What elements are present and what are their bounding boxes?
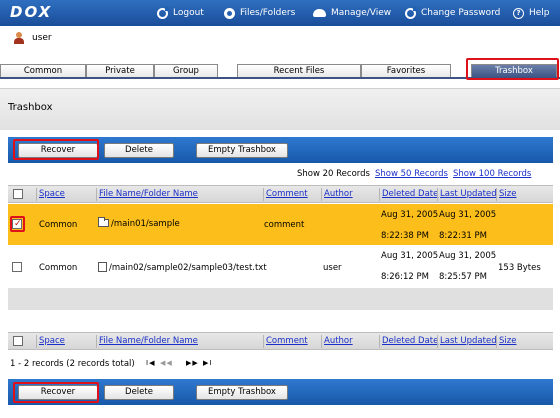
col-last-updated[interactable]: Last Updated	[437, 188, 497, 201]
files-folders-icon	[224, 7, 235, 19]
delete-button-top[interactable]: Delete	[104, 143, 174, 158]
row-name[interactable]: /main02/sample02/sample03/test.txt	[98, 262, 267, 273]
tab-favorites[interactable]: Favorites	[361, 64, 451, 78]
col-name[interactable]: File Name/Folder Name	[96, 188, 198, 201]
tab-common[interactable]: Common	[0, 64, 86, 78]
select-all-checkbox-bottom[interactable]	[13, 336, 23, 346]
col-comment[interactable]: Comment	[263, 188, 308, 201]
row-updated-date: Aug 31, 2005	[439, 251, 497, 261]
change-password-label: Change Password	[421, 8, 501, 18]
col-author[interactable]: Author	[321, 188, 353, 201]
col-size-bottom[interactable]: Size	[496, 335, 516, 348]
row-updated-date: Aug 31, 2005	[439, 210, 497, 220]
user-icon	[14, 32, 24, 44]
row-updated-time: 8:25:57 PM	[439, 272, 487, 282]
pager-prev[interactable]: ◀◀	[160, 359, 173, 367]
manage-view-icon	[313, 9, 326, 17]
row-name[interactable]: /main01/sample	[98, 217, 180, 229]
change-password-link[interactable]: Change Password	[405, 0, 500, 26]
col-deleted-date-bottom[interactable]: Deleted Date	[379, 335, 438, 348]
row-space: Common	[39, 263, 78, 273]
page-header-band	[0, 88, 560, 130]
row-comment: comment	[264, 220, 305, 230]
folder-icon	[98, 217, 109, 227]
manage-view-label: Manage/View	[331, 8, 392, 18]
user-name: user	[32, 33, 52, 43]
recover-top-highlight	[13, 139, 99, 160]
trashbox-tab-highlight	[466, 58, 559, 80]
logout-label: Logout	[173, 8, 204, 18]
row-space: Common	[39, 220, 78, 230]
records-summary: 1 - 2 records (2 records total)	[10, 359, 135, 369]
row-deleted-date: Aug 31, 2005	[381, 251, 439, 261]
col-author-bottom[interactable]: Author	[321, 335, 353, 348]
col-size[interactable]: Size	[496, 188, 516, 201]
col-comment-bottom[interactable]: Comment	[263, 335, 308, 348]
files-folders-label: Files/Folders	[240, 8, 296, 18]
table-header: Space File Name/Folder Name Comment Auth…	[8, 185, 553, 203]
files-folders-link[interactable]: Files/Folders	[224, 0, 295, 26]
top-nav-bar: DOX Logout Files/Folders Manage/View Cha…	[0, 0, 560, 26]
show-100-records-link[interactable]: Show 100 Records	[453, 169, 531, 181]
col-name-bottom[interactable]: File Name/Folder Name	[96, 335, 198, 348]
table-footer-header: Space File Name/Folder Name Comment Auth…	[8, 332, 553, 350]
manage-view-link[interactable]: Manage/View	[313, 0, 391, 26]
col-deleted-date[interactable]: Deleted Date	[379, 188, 438, 201]
tab-recent-files[interactable]: Recent Files	[237, 64, 361, 78]
recover-bottom-highlight	[13, 382, 99, 403]
page-title: Trashbox	[8, 102, 53, 113]
row-deleted-date: Aug 31, 2005	[381, 210, 439, 220]
logout-link[interactable]: Logout	[157, 0, 204, 26]
row-updated-time: 8:22:31 PM	[439, 231, 487, 241]
col-space[interactable]: Space	[36, 188, 65, 201]
pager-last[interactable]: ▶I	[203, 359, 212, 367]
current-user: user	[14, 32, 52, 44]
row-author: user	[323, 263, 342, 273]
select-all-checkbox[interactable]	[13, 189, 23, 199]
help-label: Help	[529, 8, 550, 18]
help-link[interactable]: ? Help	[513, 0, 550, 26]
file-icon	[98, 262, 107, 272]
row-checkbox[interactable]	[12, 262, 22, 272]
empty-trashbox-button-top[interactable]: Empty Trashbox	[196, 143, 288, 158]
logout-icon	[157, 6, 169, 19]
row-deleted-time: 8:26:12 PM	[381, 272, 429, 282]
empty-row-band	[8, 288, 553, 310]
col-last-updated-bottom[interactable]: Last Updated	[437, 335, 497, 348]
table-row[interactable]: Common /main02/sample02/sample03/test.tx…	[8, 245, 553, 287]
empty-trashbox-button-bottom[interactable]: Empty Trashbox	[196, 385, 288, 400]
tab-group[interactable]: Group	[154, 64, 218, 78]
show-50-records-link[interactable]: Show 50 Records	[375, 169, 448, 181]
dox-logo: DOX	[10, 3, 53, 21]
pager-next[interactable]: ▶▶	[186, 359, 199, 367]
show-20-records: Show 20 Records	[297, 169, 370, 179]
delete-button-bottom[interactable]: Delete	[104, 385, 174, 400]
checkbox-highlight	[10, 216, 25, 232]
col-space-bottom[interactable]: Space	[36, 335, 65, 348]
pager-first[interactable]: I◀	[146, 359, 155, 367]
change-password-icon	[405, 6, 417, 19]
help-icon: ?	[513, 7, 524, 19]
row-deleted-time: 8:22:38 PM	[381, 231, 429, 241]
row-size: 153 Bytes	[498, 263, 541, 273]
table-row[interactable]: ✓ Common /main01/sample comment Aug 31, …	[8, 204, 553, 245]
tab-private[interactable]: Private	[86, 64, 154, 78]
